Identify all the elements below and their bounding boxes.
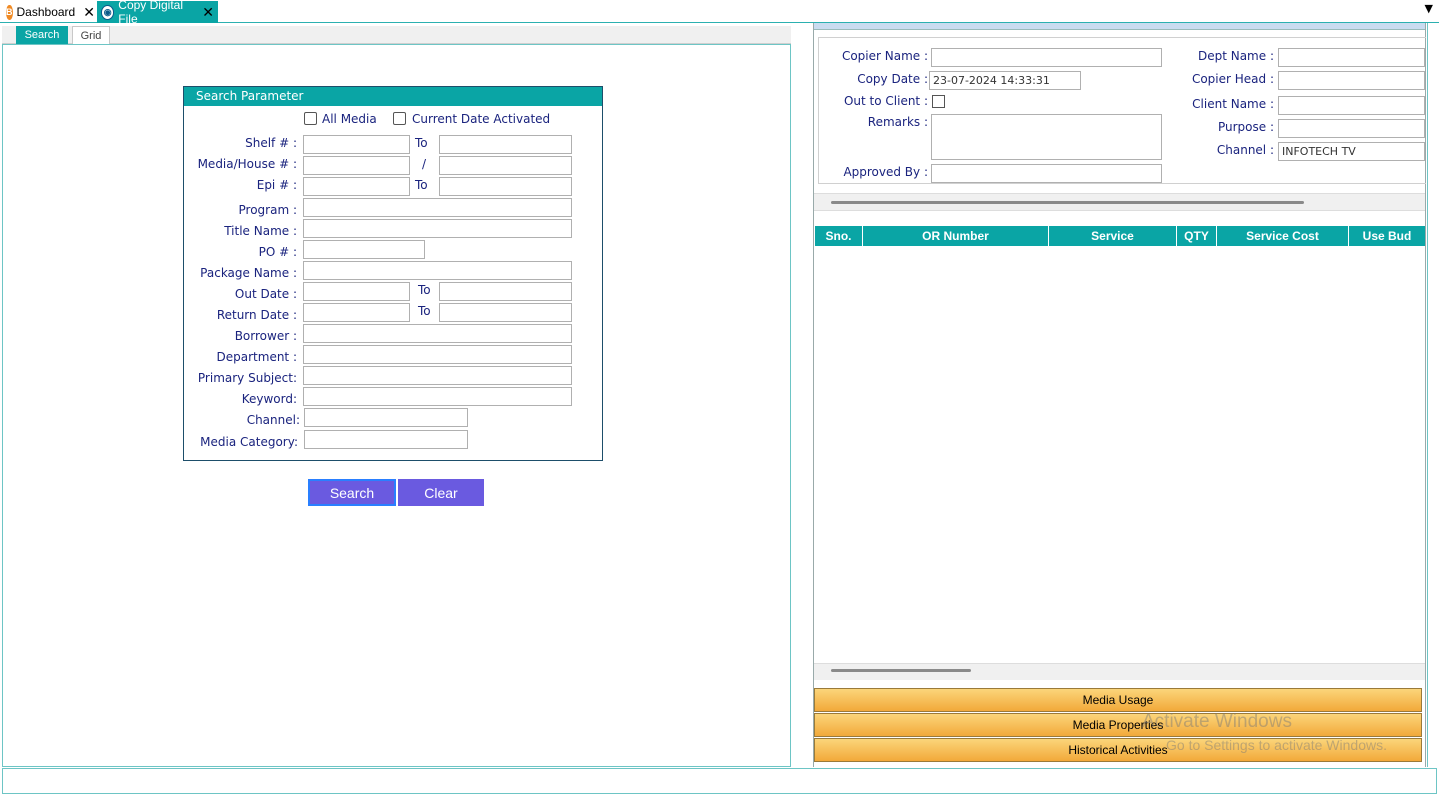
- shelf-to-label: To: [415, 136, 428, 150]
- approved-by-label: Approved By :: [843, 165, 928, 179]
- activate-windows-hint: Go to Settings to activate Windows.: [1166, 737, 1387, 753]
- po-label: PO # :: [258, 245, 297, 259]
- epi-label: Epi # :: [256, 178, 297, 192]
- subtab-search[interactable]: Search: [16, 26, 68, 44]
- col-qty[interactable]: QTY: [1177, 226, 1217, 246]
- activate-windows-watermark: Activate Windows: [1142, 711, 1292, 732]
- channel-right-label: Channel :: [1216, 143, 1274, 157]
- copier-head-input[interactable]: [1278, 71, 1425, 90]
- keyword-label: Keyword:: [241, 392, 297, 406]
- detail-header-bar: [814, 23, 1425, 30]
- out-date-from-input[interactable]: [303, 282, 410, 301]
- media-house-separator: /: [422, 157, 427, 171]
- vertical-scrollbar[interactable]: [1427, 23, 1438, 767]
- remarks-textarea[interactable]: [931, 114, 1162, 160]
- search-button[interactable]: Search: [308, 479, 396, 506]
- copier-head-label: Copier Head :: [1191, 72, 1274, 86]
- media-house-label: Media/House # :: [197, 157, 297, 171]
- media-category-input[interactable]: [304, 430, 468, 449]
- media-input[interactable]: [303, 156, 410, 175]
- epi-to-input[interactable]: [439, 177, 572, 196]
- borrower-input[interactable]: [303, 324, 572, 343]
- client-name-label: Client Name :: [1192, 97, 1274, 111]
- media-usage-section[interactable]: Media Usage: [814, 688, 1422, 712]
- status-strip: [2, 768, 1437, 794]
- col-use-budget[interactable]: Use Bud: [1349, 226, 1425, 246]
- channel-right-input[interactable]: [1278, 142, 1425, 161]
- title-name-input[interactable]: [303, 219, 572, 238]
- epi-to-label: To: [415, 178, 428, 192]
- all-media-checkbox[interactable]: [304, 112, 317, 125]
- dept-name-input[interactable]: [1278, 48, 1425, 67]
- col-sno[interactable]: Sno.: [815, 226, 863, 246]
- grid-scroll-thumb[interactable]: [831, 669, 971, 672]
- approved-by-input[interactable]: [931, 164, 1162, 183]
- program-label: Program :: [238, 203, 298, 217]
- form-scroll-thumb[interactable]: [831, 201, 1304, 204]
- package-name-label: Package Name :: [200, 266, 297, 280]
- program-input[interactable]: [303, 198, 572, 217]
- copy-file-icon: ◉: [101, 4, 115, 20]
- primary-subject-label: Primary Subject:: [197, 371, 297, 385]
- epi-from-input[interactable]: [303, 177, 410, 196]
- title-name-label: Title Name :: [224, 224, 297, 238]
- return-date-to-label: To: [418, 304, 431, 318]
- channel-label: Channel:: [246, 413, 300, 427]
- all-media-label: All Media: [322, 112, 377, 126]
- client-name-input[interactable]: [1278, 96, 1425, 115]
- clear-button[interactable]: Clear: [398, 479, 484, 506]
- copy-date-label: Copy Date :: [857, 72, 928, 86]
- out-date-label: Out Date :: [234, 287, 297, 301]
- shelf-from-input[interactable]: [303, 135, 410, 154]
- tab-copy-digital-file-label: Copy Digital File: [118, 0, 183, 26]
- shelf-label: Shelf # :: [245, 136, 297, 150]
- tab-list-dropdown-icon[interactable]: ▼: [1425, 2, 1433, 15]
- po-input[interactable]: [303, 240, 425, 259]
- return-date-from-input[interactable]: [303, 303, 410, 322]
- subtab-bar: [2, 26, 791, 44]
- service-grid-header: Sno. OR Number Service QTY Service Cost …: [815, 226, 1425, 246]
- shelf-to-input[interactable]: [439, 135, 572, 154]
- dept-name-label: Dept Name :: [1197, 49, 1274, 63]
- media-properties-section[interactable]: Media Properties: [814, 713, 1422, 737]
- close-icon[interactable]: ✕: [202, 5, 214, 19]
- keyword-input[interactable]: [303, 387, 572, 406]
- dashboard-icon: B: [6, 4, 13, 20]
- remarks-label: Remarks :: [867, 115, 928, 129]
- current-date-activated-checkbox[interactable]: [393, 112, 406, 125]
- out-date-to-input[interactable]: [439, 282, 572, 301]
- tab-dashboard[interactable]: B Dashboard ✕: [2, 1, 96, 23]
- col-service[interactable]: Service: [1049, 226, 1177, 246]
- out-to-client-label: Out to Client :: [843, 94, 928, 108]
- copier-name-label: Copier Name :: [841, 49, 928, 63]
- search-parameter-title: Search Parameter: [184, 87, 602, 106]
- subtab-grid[interactable]: Grid: [72, 26, 110, 44]
- purpose-input[interactable]: [1278, 119, 1425, 138]
- package-name-input[interactable]: [303, 261, 572, 280]
- copy-date-input[interactable]: [929, 71, 1081, 90]
- col-or-number[interactable]: OR Number: [863, 226, 1049, 246]
- house-input[interactable]: [439, 156, 572, 175]
- return-date-to-input[interactable]: [439, 303, 572, 322]
- close-icon[interactable]: ✕: [83, 5, 95, 19]
- tab-copy-digital-file[interactable]: ◉ Copy Digital File ✕: [97, 0, 218, 26]
- purpose-label: Purpose :: [1217, 120, 1274, 134]
- primary-subject-input[interactable]: [303, 366, 572, 385]
- copier-name-input[interactable]: [931, 48, 1162, 67]
- department-input[interactable]: [303, 345, 572, 364]
- out-to-client-checkbox[interactable]: [932, 95, 945, 108]
- current-date-activated-label: Current Date Activated: [412, 112, 551, 126]
- channel-input[interactable]: [304, 408, 468, 427]
- return-date-label: Return Date :: [216, 308, 297, 322]
- out-date-to-label: To: [418, 283, 431, 297]
- borrower-label: Borrower :: [234, 329, 297, 343]
- tab-dashboard-label: Dashboard: [16, 5, 76, 19]
- department-label: Department :: [216, 350, 297, 364]
- col-service-cost[interactable]: Service Cost: [1217, 226, 1349, 246]
- media-category-label: Media Category:: [200, 435, 298, 449]
